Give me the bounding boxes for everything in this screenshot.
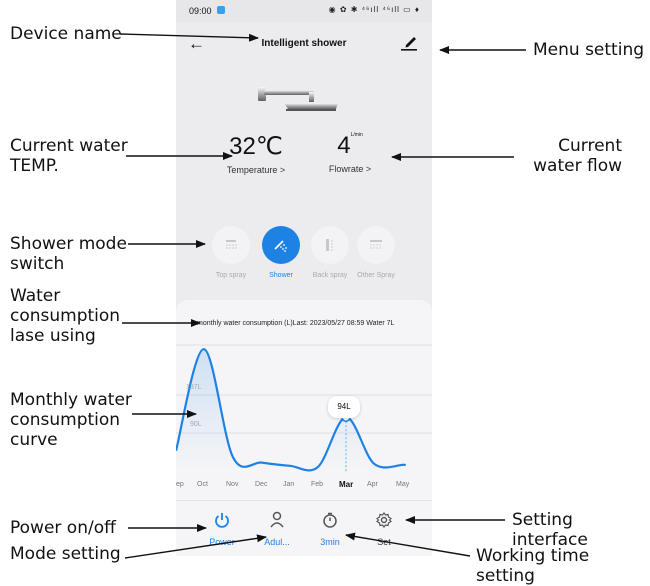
mode-label: Back spray [312, 272, 348, 279]
person-icon [270, 511, 284, 528]
flowrate-value: 4 [337, 132, 351, 159]
x-tick-label[interactable]: Apr [367, 481, 378, 488]
annotation-shower-mode: Shower mode switch [10, 234, 127, 274]
power-label: Power [209, 537, 235, 547]
annotation-working-time: Working time setting [476, 546, 590, 586]
power-button[interactable]: Power [197, 511, 247, 547]
x-tick-label[interactable]: Feb [311, 481, 323, 488]
mode-setting-button[interactable]: Adul... [252, 511, 302, 547]
mode-label: Shower [269, 272, 293, 279]
temperature-link[interactable]: Temperature > [216, 165, 296, 175]
mode-other-spray[interactable]: Other Spray [353, 226, 399, 279]
annotation-current-temp: Current water TEMP. [10, 136, 128, 176]
annotation-current-flow: Current water flow [533, 136, 622, 176]
annotation-mode-setting: Mode setting [10, 544, 121, 564]
shower-icon [262, 226, 300, 264]
annotation-menu-setting: Menu setting [533, 40, 645, 60]
x-tick-label[interactable]: ep [176, 481, 184, 488]
value-tooltip: 94L [328, 396, 360, 418]
annotation-device-name: Device name [10, 24, 122, 44]
other-spray-icon [357, 226, 395, 264]
temperature-readout[interactable]: 32℃ Temperature > [216, 132, 296, 175]
annotation-power: Power on/off [10, 518, 116, 538]
annotation-water-consumption: Water consumption lase using [10, 286, 121, 346]
edit-icon[interactable] [400, 32, 418, 52]
device-title: Intelligent shower [261, 38, 347, 49]
mode-back-spray[interactable]: Back spray [307, 226, 353, 279]
annotation-setting-interface: Setting interface [512, 510, 588, 550]
timer-button[interactable]: 3min [305, 511, 355, 547]
x-tick-label[interactable]: May [396, 481, 409, 488]
consumption-chart [176, 344, 432, 472]
status-icons: ◉ ✿ ✱ ⁴⁶ıll ⁴⁶ıll ▭ ♦ [328, 5, 420, 14]
notification-icon [217, 6, 225, 14]
x-tick-label[interactable]: Jan [283, 481, 294, 488]
set-label: Set [377, 537, 391, 547]
y-label: 90L [190, 421, 202, 428]
phone-screen: 09:00 ◉ ✿ ✱ ⁴⁶ıll ⁴⁶ıll ▭ ♦ ← Intelligen… [176, 0, 432, 556]
timer-icon [323, 512, 337, 528]
set-button[interactable]: Set [359, 511, 409, 547]
mode-setting-label: Adul... [264, 537, 290, 547]
back-spray-icon [311, 226, 349, 264]
flowrate-unit: L/min [350, 132, 363, 138]
status-bar: 09:00 ◉ ✿ ✱ ⁴⁶ıll ⁴⁶ıll ▭ ♦ [176, 0, 432, 22]
x-tick-label[interactable]: Dec [255, 481, 267, 488]
consumption-area [176, 349, 405, 471]
status-time: 09:00 [189, 6, 212, 16]
top-spray-icon [212, 226, 250, 264]
shower-head-image [258, 87, 338, 111]
bottom-bar: Power Adul... 3min Set [176, 500, 432, 556]
mode-shower[interactable]: Shower [258, 226, 304, 279]
annotation-monthly-curve: Monthly water consumption curve [10, 390, 132, 450]
x-tick-label[interactable]: Nov [226, 481, 238, 488]
y-label: 137L [186, 384, 202, 391]
flowrate-link[interactable]: Flowrate > [310, 164, 390, 174]
temperature-value: 32℃ [229, 133, 283, 160]
x-tick-label[interactable]: Mar [339, 480, 353, 489]
gear-icon [376, 512, 392, 528]
mode-label: Top spray [215, 272, 247, 279]
x-tick-label[interactable]: Oct [197, 481, 208, 488]
mode-top-spray[interactable]: Top spray [208, 226, 254, 279]
mode-label: Other Spray [357, 272, 395, 279]
timer-label: 3min [320, 537, 340, 547]
flowrate-readout[interactable]: 4L/min Flowrate > [310, 132, 390, 174]
power-icon [215, 513, 229, 528]
